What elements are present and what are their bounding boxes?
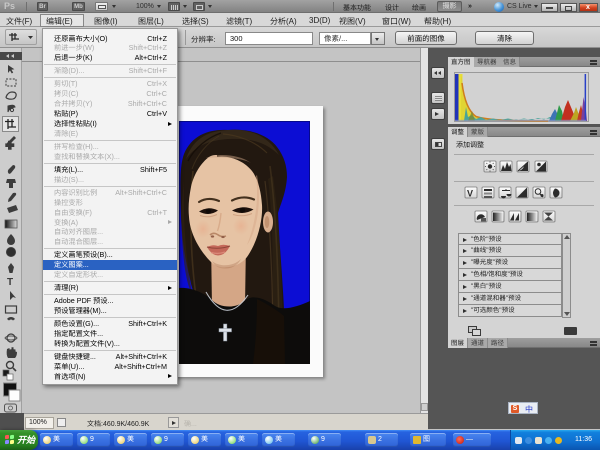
svg-text:V: V [467,189,473,199]
svg-text:T: T [7,277,13,288]
